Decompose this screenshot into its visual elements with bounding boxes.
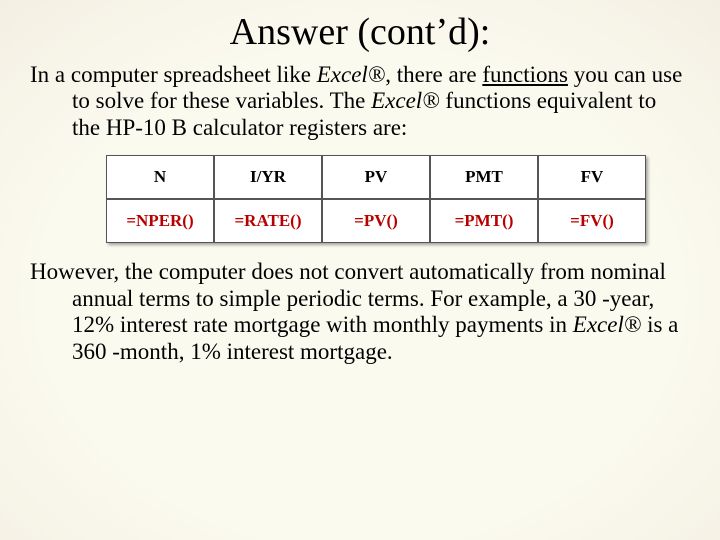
cell-pmt: =PMT() bbox=[430, 199, 538, 243]
excel-ref: Excel® bbox=[573, 312, 642, 337]
text-segment: In a computer spreadsheet like bbox=[30, 62, 317, 87]
cell-pv: =PV() bbox=[322, 199, 430, 243]
col-header-iyr: I/YR bbox=[214, 155, 322, 199]
intro-paragraph: In a computer spreadsheet like Excel®, t… bbox=[30, 62, 690, 141]
excel-ref: Excel® bbox=[371, 88, 440, 113]
table-row: =NPER() =RATE() =PV() =PMT() =FV() bbox=[106, 199, 646, 243]
col-header-n: N bbox=[106, 155, 214, 199]
col-header-pmt: PMT bbox=[430, 155, 538, 199]
closing-paragraph: However, the computer does not convert a… bbox=[30, 259, 690, 365]
functions-table-wrap: N I/YR PV PMT FV =NPER() =RATE() =PV() =… bbox=[30, 155, 690, 243]
slide-title: Answer (cont’d): bbox=[30, 10, 690, 54]
cell-rate: =RATE() bbox=[214, 199, 322, 243]
text-segment: However, the computer does not convert a… bbox=[30, 259, 666, 337]
cell-fv: =FV() bbox=[538, 199, 646, 243]
col-header-fv: FV bbox=[538, 155, 646, 199]
text-segment: , there are bbox=[385, 62, 482, 87]
functions-table: N I/YR PV PMT FV =NPER() =RATE() =PV() =… bbox=[106, 155, 646, 243]
table-row: N I/YR PV PMT FV bbox=[106, 155, 646, 199]
excel-ref: Excel® bbox=[317, 62, 386, 87]
functions-term: functions bbox=[482, 62, 568, 87]
cell-nper: =NPER() bbox=[106, 199, 214, 243]
col-header-pv: PV bbox=[322, 155, 430, 199]
